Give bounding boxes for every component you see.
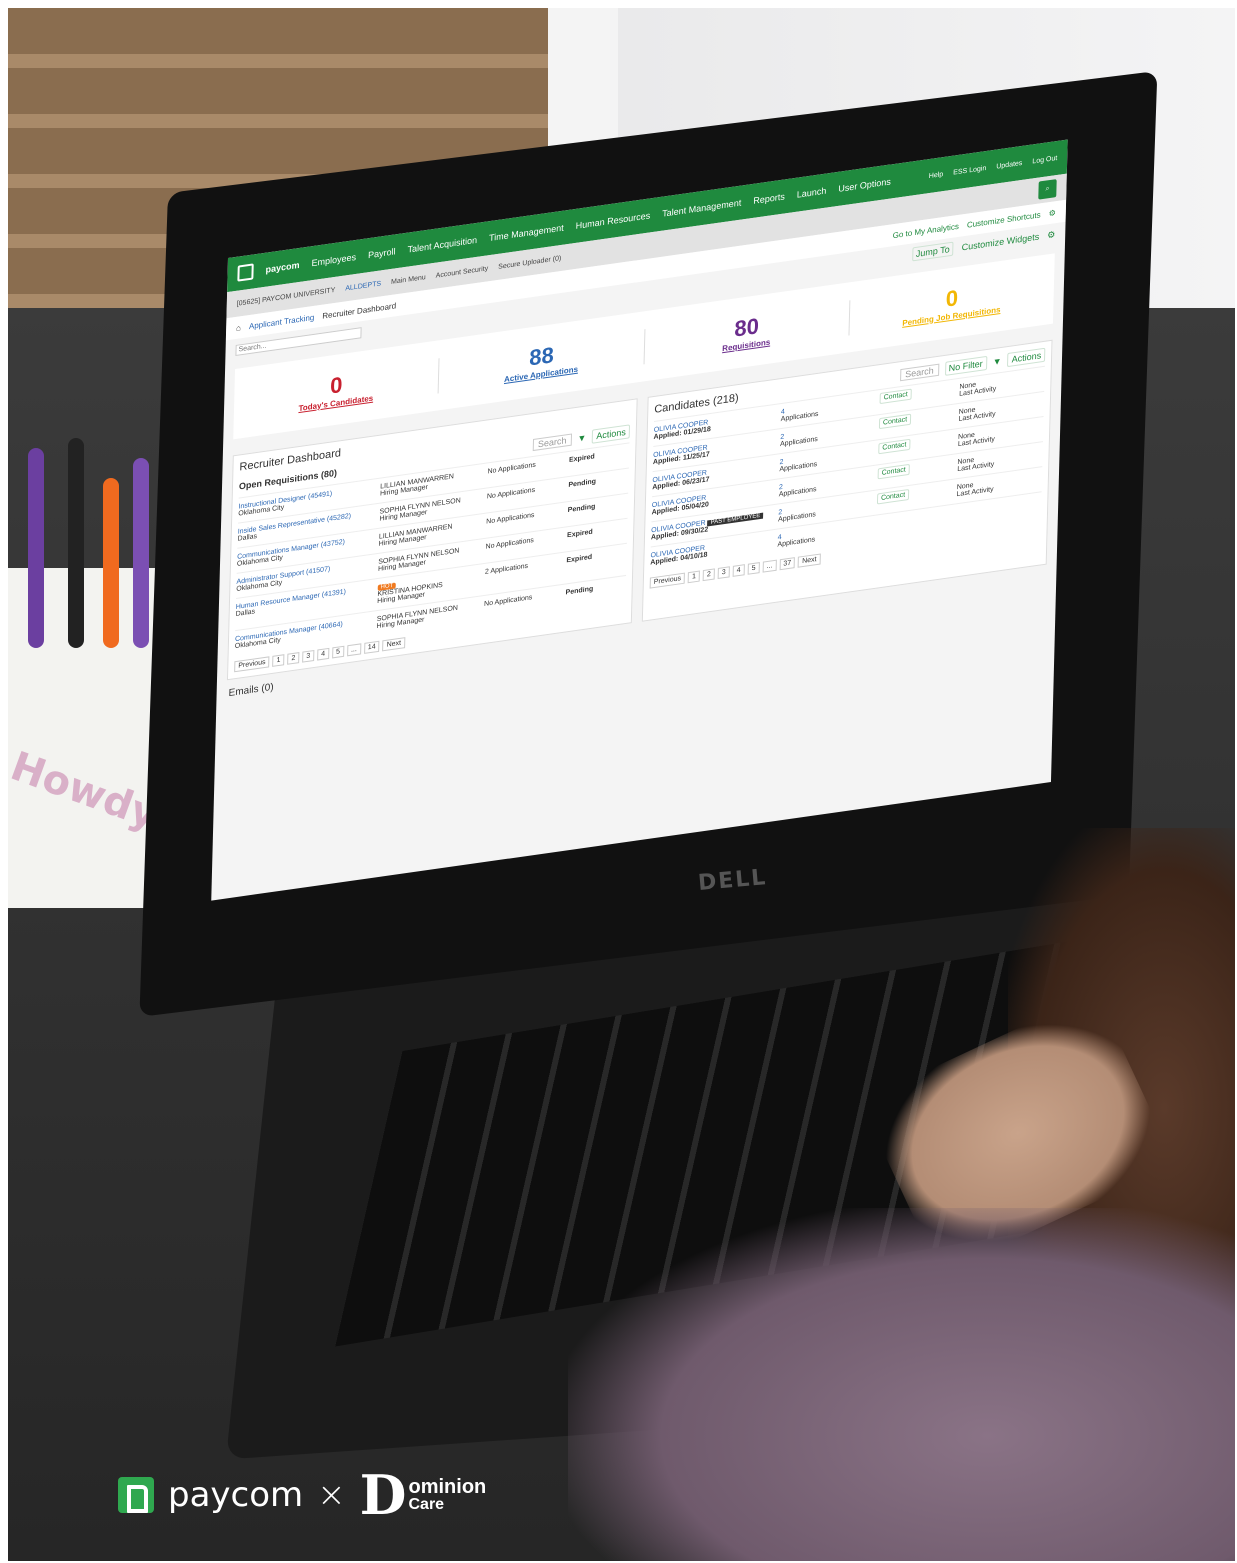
kpi-todays-candidates[interactable]: 0 Today's Candidates [233,357,440,422]
person-sweater [568,1208,1235,1561]
co-brand-footer: paycom × D ominion Care [118,1468,486,1522]
jump-to-button[interactable]: Jump To [911,241,954,262]
utility-links: Help ESS Login Updates Log Out [929,154,1058,179]
pager-button[interactable]: ... [762,559,777,573]
dominion-d-icon: D [359,1463,407,1527]
gear-icon[interactable]: ⚙ [1049,208,1056,218]
secure-uploader-link[interactable]: Secure Uploader (0) [498,254,561,270]
pager-button[interactable]: 37 [779,557,796,571]
search-icon[interactable]: ⌕ [1038,179,1057,200]
applications-count: No Applications [483,594,533,608]
nav-time-management[interactable]: Time Management [489,223,564,244]
kpi-requisitions[interactable]: 80 Requisitions [644,299,851,364]
brand-label: paycom [265,259,300,275]
pager-button[interactable]: 14 [363,640,380,654]
analytics-link[interactable]: Go to My Analytics [893,221,959,239]
log-out-link[interactable]: Log Out [1032,154,1057,165]
ess-login-link[interactable]: ESS Login [953,164,986,176]
nav-human-resources[interactable]: Human Resources [576,210,651,231]
pager-button[interactable]: 2 [287,652,300,665]
account-security-link[interactable]: Account Security [436,265,489,279]
paycom-logo-icon [237,263,254,282]
pager-button[interactable]: 5 [331,645,345,659]
pager-button[interactable]: 4 [317,647,330,661]
background-photo: Howdy DELL paycom Employees Payroll Tale… [8,8,1235,1561]
requisition-status: Pending [565,585,594,597]
contact-button[interactable]: Contact [877,463,910,480]
care-wordmark: Care [408,1496,445,1513]
pager-button[interactable]: Next [382,637,406,652]
pager-button[interactable]: 2 [702,568,715,582]
nav-launch[interactable]: Launch [797,186,827,200]
pager-button[interactable]: 3 [302,649,315,663]
pager-button[interactable]: Previous [649,572,686,589]
kpi-active-applications[interactable]: 88 Active Applications [438,328,645,393]
alldepts-link[interactable]: ALLDEPTS [345,280,381,292]
pager-button[interactable]: 1 [687,570,701,584]
requisitions-actions-button[interactable]: Actions [592,424,631,444]
pager-button[interactable]: Previous [234,656,270,673]
pager-button[interactable]: 4 [732,564,745,577]
gear-icon[interactable]: ⚙ [1047,229,1055,241]
customize-widgets-link[interactable]: Customize Widgets [962,232,1040,253]
marker [68,438,84,648]
contact-button[interactable]: Contact [876,488,910,505]
requisition-status: Expired [566,553,593,565]
nav-employees[interactable]: Employees [311,252,356,268]
marker [28,448,44,648]
contact-button[interactable]: Contact [878,438,911,455]
last-activity-cell [956,497,1042,523]
filter-icon[interactable]: ▼ [993,356,1002,367]
contact-button[interactable]: Contact [879,388,912,405]
filter-icon[interactable]: ▼ [577,432,586,443]
home-icon[interactable]: ⌂ [236,323,241,333]
breadcrumb-applicant-tracking[interactable]: Applicant Tracking [249,312,315,330]
candidates-search[interactable]: Search [900,363,939,382]
help-link[interactable]: Help [929,171,944,180]
nav-user-options[interactable]: User Options [838,176,891,193]
candidates-filter-select[interactable]: No Filter [944,355,987,376]
pager-button[interactable]: Next [797,553,821,568]
pager-button[interactable]: 1 [272,654,285,667]
updates-link[interactable]: Updates [996,159,1022,170]
pager-button[interactable]: 5 [747,562,760,575]
dominion-care-logo: D ominion Care [360,1468,487,1522]
nav-reports[interactable]: Reports [753,191,785,205]
marker [103,478,119,648]
contact-button[interactable]: Contact [878,413,912,430]
paycom-wordmark: paycom [168,1475,304,1515]
paycom-logo-icon [118,1477,154,1513]
paycom-app-screen: paycom Employees Payroll Talent Acquisit… [211,139,1068,901]
nav-talent-management[interactable]: Talent Management [662,198,741,219]
nav-talent-acquisition[interactable]: Talent Acquisition [407,235,477,255]
dominion-wordmark: ominion [408,1476,487,1498]
requisitions-search[interactable]: Search [532,433,572,452]
contact-cell [876,510,952,535]
nav-payroll[interactable]: Payroll [368,246,396,260]
caddy-text: Howdy [8,743,164,839]
marker [133,458,149,648]
pager-button[interactable]: ... [346,643,361,657]
kpi-pending-job-requisitions[interactable]: 0 Pending Job Requisitions [849,271,1054,335]
main-menu-link[interactable]: Main Menu [391,274,426,286]
pager-button[interactable]: 3 [717,566,730,580]
times-icon: × [317,1475,346,1515]
candidates-actions-button[interactable]: Actions [1007,347,1046,368]
